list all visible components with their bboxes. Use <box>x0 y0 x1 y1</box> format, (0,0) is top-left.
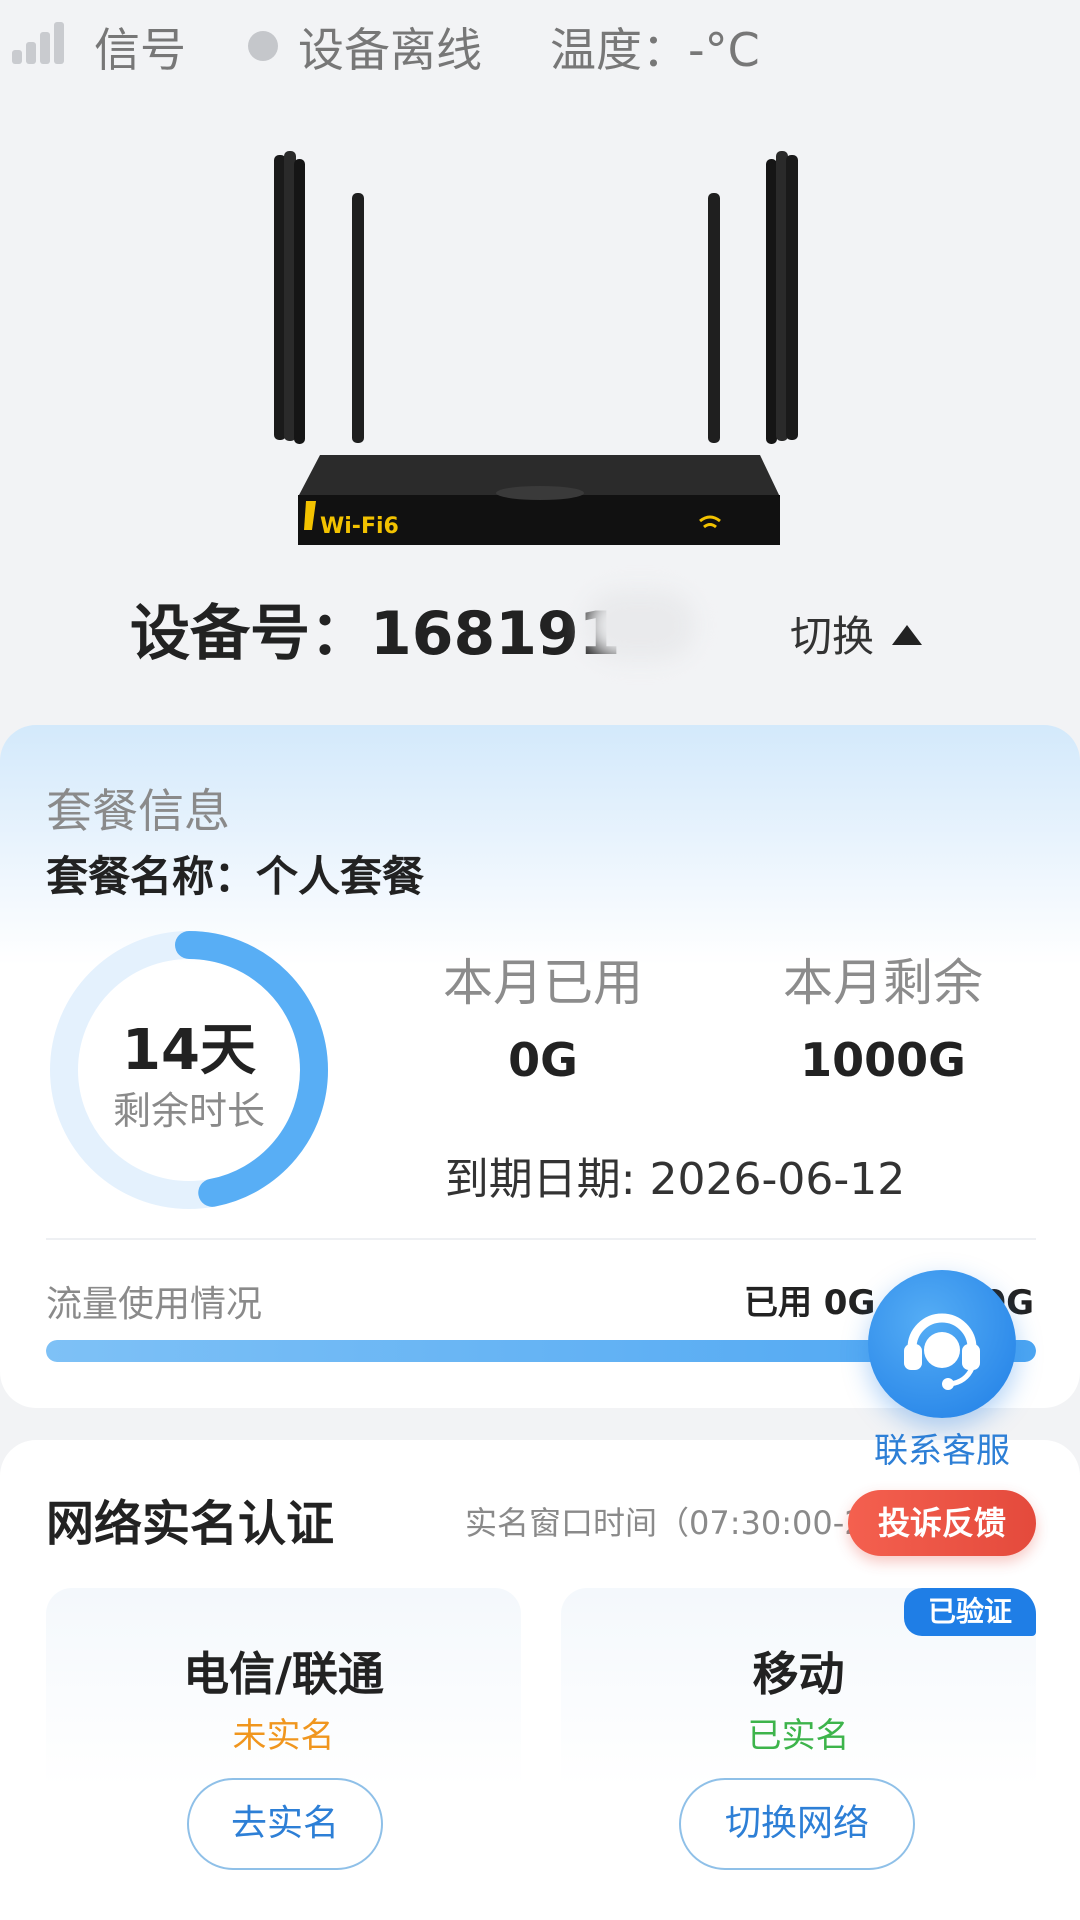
plan-name-value: 个人套餐 <box>256 852 425 901</box>
carrier-card-telecom-unicom: 电信/联通 未实名 去实名 <box>46 1588 521 1920</box>
signal-label: 信号 <box>94 23 186 77</box>
usage-title: 流量使用情况 <box>46 1284 263 1325</box>
switch-network-button[interactable]: 切换网络 <box>679 1778 915 1870</box>
realname-title: 网络实名认证 <box>46 1496 335 1552</box>
customer-service-button[interactable] <box>868 1270 1016 1418</box>
realname-card: 网络实名认证 实名窗口时间（07:30:00-2 投诉反馈 电信/联通 未实名 … <box>0 1440 1080 1920</box>
plan-name: 套餐名称：个人套餐 <box>46 843 424 904</box>
left-this-month-label: 本月剩余 <box>783 954 983 1012</box>
carrier-name: 电信/联通 <box>183 1647 384 1701</box>
used-this-month-value: 0G <box>508 1033 578 1087</box>
device-state-text: 设备离线 <box>298 23 482 77</box>
headset-icon <box>904 1313 980 1390</box>
divider <box>46 1238 1036 1240</box>
plan-name-label: 套餐名称： <box>46 852 257 901</box>
device-id: 设备号：168191 <box>130 585 621 672</box>
svg-text:Wi-Fi6: Wi-Fi6 <box>320 514 399 539</box>
realname-window-time: 实名窗口时间（07:30:00-2 <box>465 1504 860 1542</box>
customer-service-label[interactable]: 联系客服 <box>860 1423 1024 1472</box>
device-id-label: 设备号： <box>130 599 370 669</box>
complaint-button[interactable]: 投诉反馈 <box>848 1490 1036 1556</box>
left-this-month-value: 1000G <box>800 1033 966 1087</box>
plan-section-title: 套餐信息 <box>46 784 230 838</box>
expire-date: 到期日期: 2026-06-12 <box>444 1154 906 1205</box>
go-realname-button[interactable]: 去实名 <box>187 1778 383 1870</box>
carrier-status: 已实名 <box>747 1716 850 1756</box>
device-id-value: 168191 <box>370 599 621 669</box>
signal-icon <box>12 22 76 64</box>
used-this-month-label: 本月已用 <box>443 954 643 1012</box>
device-id-row: 设备号：168191 切换 <box>0 585 1080 675</box>
switch-device-button[interactable]: 切换 <box>790 603 923 664</box>
temperature-text: 温度：-°C <box>550 23 760 77</box>
app-screen: 信号 设备离线 温度：-°C Wi-Fi6 设备号：168191 切换 套餐信息… <box>0 0 1080 1920</box>
offline-status-dot <box>248 31 278 61</box>
carrier-name: 移动 <box>752 1647 845 1701</box>
device-id-redaction <box>585 590 695 660</box>
carrier-card-mobile: 已验证 移动 已实名 切换网络 <box>561 1588 1036 1920</box>
triangle-up-icon <box>892 625 923 645</box>
remaining-days-label: 剩余时长 <box>112 1089 265 1133</box>
remaining-days: 14天 <box>122 1018 256 1083</box>
router-image: Wi-Fi6 <box>274 151 798 545</box>
carrier-status: 未实名 <box>232 1716 335 1756</box>
switch-device-label: 切换 <box>790 612 875 661</box>
verified-badge: 已验证 <box>904 1588 1036 1636</box>
device-status-row: 信号 设备离线 温度：-°C <box>0 0 1080 95</box>
